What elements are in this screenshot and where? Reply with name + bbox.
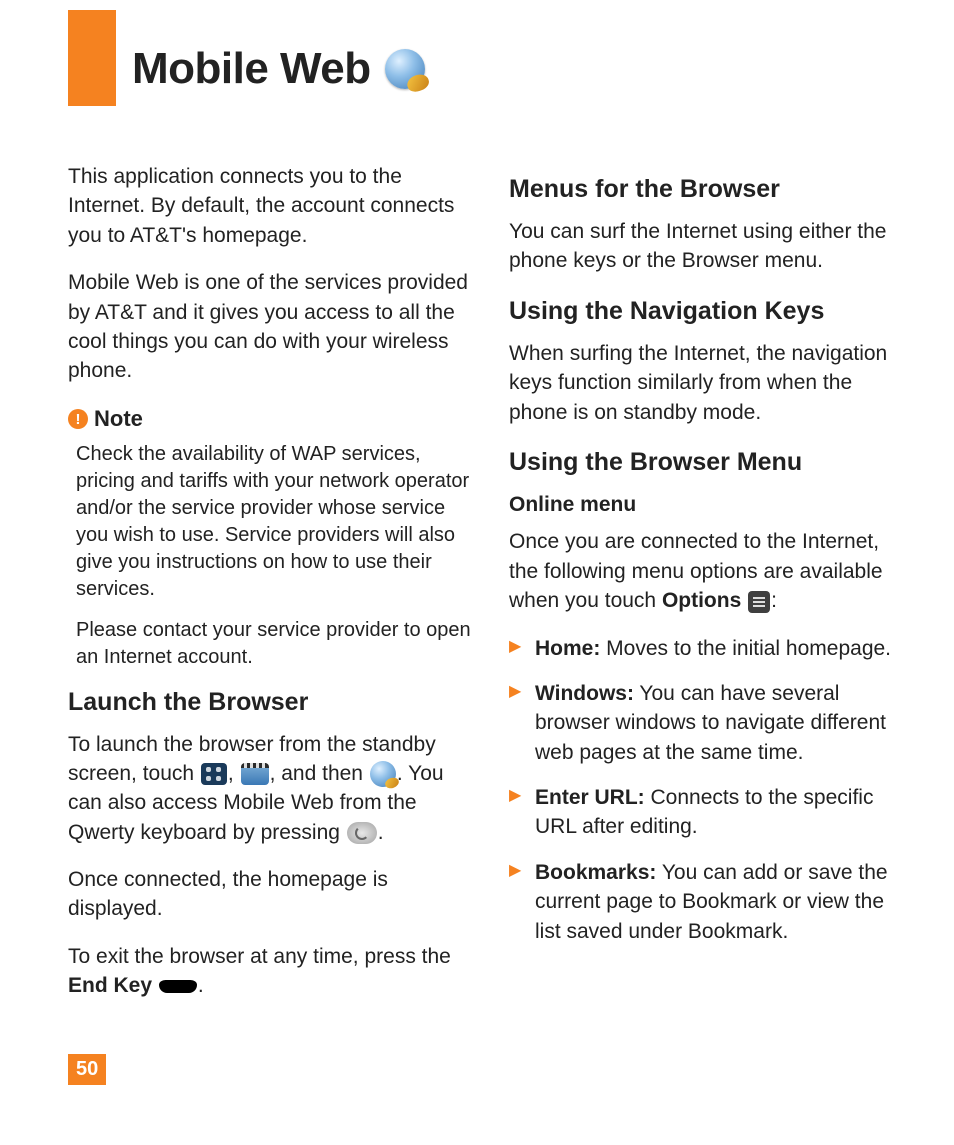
online-menu-paragraph: Once you are connected to the Internet, … <box>509 527 914 615</box>
intro-paragraph-2: Mobile Web is one of the services provid… <box>68 268 473 386</box>
item-label: Home: <box>535 637 600 660</box>
end-key-label: End Key <box>68 974 152 997</box>
note-body: Check the availability of WAP services, … <box>68 441 473 671</box>
swirl-key-icon <box>347 822 377 844</box>
text: , <box>228 762 240 785</box>
text: . <box>198 974 204 997</box>
corner-accent <box>68 10 116 106</box>
intro-paragraph-1: This application connects you to the Int… <box>68 162 473 250</box>
left-column: This application connects you to the Int… <box>68 162 473 1019</box>
menu-options-list: Home: Moves to the initial homepage. Win… <box>509 634 914 947</box>
media-clapper-icon <box>241 763 269 785</box>
note-label: Note <box>94 404 143 435</box>
text: : <box>771 589 777 612</box>
item-text: Moves to the initial homepage. <box>600 637 891 660</box>
note-text-2: Please contact your service provider to … <box>76 617 473 671</box>
phone-end-icon <box>159 977 197 997</box>
launch-paragraph-2: Once connected, the homepage is displaye… <box>68 865 473 924</box>
online-menu-subheading: Online menu <box>509 490 914 519</box>
list-item: Windows: You can have several browser wi… <box>509 679 914 767</box>
globe-small-icon <box>370 761 396 787</box>
launch-paragraph-3: To exit the browser at any time, press t… <box>68 942 473 1001</box>
content-columns: This application connects you to the Int… <box>68 162 914 1019</box>
text: To exit the browser at any time, press t… <box>68 945 451 968</box>
item-label: Bookmarks: <box>535 861 656 884</box>
alert-icon: ! <box>68 409 88 429</box>
options-menu-icon <box>748 591 770 613</box>
item-label: Enter URL: <box>535 786 645 809</box>
note-heading: ! Note <box>68 404 473 435</box>
menus-heading: Menus for the Browser <box>509 172 914 207</box>
text <box>741 589 747 612</box>
nav-keys-heading: Using the Navigation Keys <box>509 294 914 329</box>
launch-heading: Launch the Browser <box>68 685 473 720</box>
list-item: Enter URL: Connects to the specific URL … <box>509 783 914 842</box>
nav-keys-paragraph: When surfing the Internet, the navigatio… <box>509 339 914 427</box>
page-number: 50 <box>68 1054 106 1085</box>
options-label: Options <box>662 589 741 612</box>
launch-paragraph-1: To launch the browser from the standby s… <box>68 730 473 848</box>
menus-paragraph: You can surf the Internet using either t… <box>509 217 914 276</box>
globe-icon <box>385 49 425 89</box>
text: . <box>378 821 384 844</box>
browser-menu-heading: Using the Browser Menu <box>509 445 914 480</box>
title-text: Mobile Web <box>132 44 371 94</box>
list-item: Home: Moves to the initial homepage. <box>509 634 914 663</box>
text <box>152 974 158 997</box>
list-item: Bookmarks: You can add or save the curre… <box>509 858 914 946</box>
right-column: Menus for the Browser You can surf the I… <box>509 162 914 1019</box>
text: , and then <box>270 762 369 785</box>
apps-grid-icon <box>201 763 227 785</box>
page-title: Mobile Web <box>132 44 425 94</box>
item-label: Windows: <box>535 682 634 705</box>
note-text-1: Check the availability of WAP services, … <box>76 441 473 603</box>
